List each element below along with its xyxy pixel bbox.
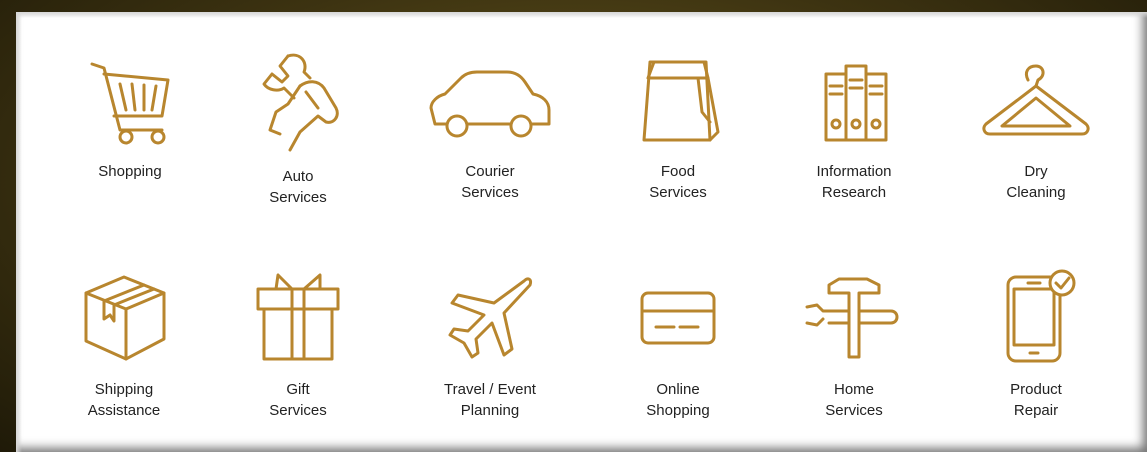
service-label-line1: Shopping bbox=[98, 163, 162, 180]
service-label-line2: Services bbox=[825, 402, 883, 419]
service-label-line1: Auto bbox=[282, 168, 314, 185]
service-product-repair[interactable]: Product Repair bbox=[951, 265, 1121, 421]
service-label-line2: Planning bbox=[460, 402, 520, 419]
service-label-line1: Home bbox=[833, 381, 874, 398]
service-label-line2: Shopping bbox=[646, 402, 710, 419]
phone-check-icon bbox=[1006, 269, 1076, 363]
box-icon bbox=[84, 275, 166, 361]
service-label-line1: Online bbox=[656, 381, 700, 398]
service-label-line1: Travel / Event bbox=[444, 381, 536, 398]
service-label-line2: Services bbox=[649, 184, 707, 201]
service-label-line1: Courier bbox=[465, 163, 515, 180]
service-online-shopping[interactable]: Online Shopping bbox=[593, 265, 763, 421]
service-label-line2: Services bbox=[461, 184, 519, 201]
service-label-line1: Shipping bbox=[94, 381, 154, 398]
service-label-line2: Repair bbox=[1013, 402, 1059, 419]
service-label-line2: Services bbox=[269, 402, 327, 419]
car-icon bbox=[429, 70, 551, 138]
service-shopping[interactable]: Shopping bbox=[45, 52, 215, 182]
service-shipping[interactable]: Shipping Assistance bbox=[39, 265, 209, 421]
hanger-icon bbox=[982, 64, 1090, 136]
service-food[interactable]: Food Services bbox=[593, 52, 763, 203]
service-label-line1: Dry bbox=[1024, 163, 1048, 180]
airplane-icon bbox=[448, 277, 532, 359]
credit-card-icon bbox=[640, 291, 716, 345]
service-courier[interactable]: Courier Services bbox=[405, 52, 575, 203]
service-label-line1: Product bbox=[1010, 381, 1062, 398]
service-dry-cleaning[interactable]: Dry Cleaning bbox=[951, 52, 1121, 203]
service-information[interactable]: Information Research bbox=[769, 52, 939, 203]
wrench-hand-icon bbox=[262, 53, 339, 152]
service-label-line2: Cleaning bbox=[1006, 184, 1066, 201]
binders-icon bbox=[824, 64, 888, 142]
service-label-line2: Assistance bbox=[87, 402, 161, 419]
service-travel[interactable]: Travel / Event Planning bbox=[405, 265, 575, 421]
service-home[interactable]: Home Services bbox=[769, 265, 939, 421]
shopping-cart-icon bbox=[90, 62, 170, 145]
services-panel: Shopping Auto Services Courier Services Fo… bbox=[16, 12, 1147, 452]
paper-bag-icon bbox=[642, 60, 720, 142]
gift-icon bbox=[256, 273, 340, 361]
service-auto[interactable]: Auto Services bbox=[213, 52, 383, 208]
service-label-line1: Gift bbox=[286, 381, 310, 398]
service-gift[interactable]: Gift Services bbox=[213, 265, 383, 421]
service-label-line2: Services bbox=[269, 189, 327, 206]
service-label-line2: Research bbox=[821, 184, 887, 201]
hammer-wrench-icon bbox=[805, 277, 899, 359]
service-label-line1: Information bbox=[816, 163, 892, 180]
service-label-line1: Food bbox=[660, 163, 696, 180]
